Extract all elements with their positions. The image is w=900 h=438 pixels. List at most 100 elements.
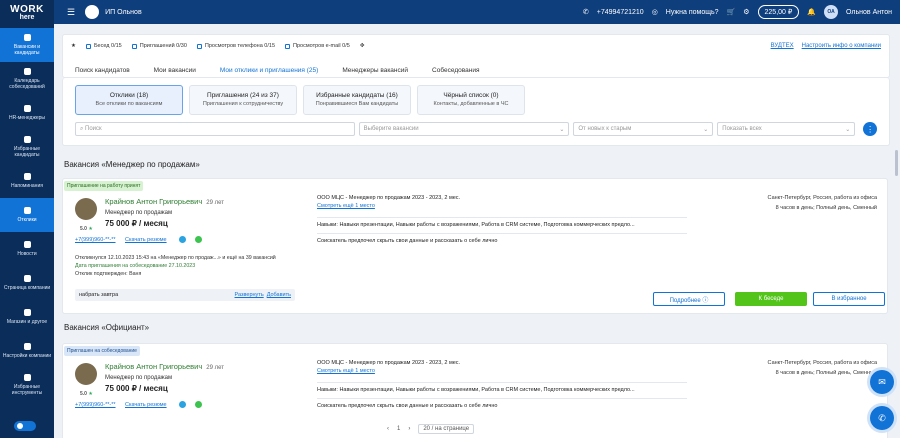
experience: ООО МЦС - Менеджер по продажам 2023 - 20… [317, 359, 460, 375]
vacancy-select[interactable]: Выберите вакансии ⌄ [358, 122, 570, 136]
star-icon: ★ [88, 226, 93, 232]
pagination: ‹ 1 › 20 / на странице [387, 424, 475, 434]
stats-panel: ★ Бесед 0/15 Приглашений 0/30 Просмотров… [62, 34, 890, 80]
note-expand-link[interactable]: Развернуть [235, 292, 264, 298]
candidate-position: Менеджер по продажам [105, 210, 173, 216]
phone-icon [196, 43, 202, 49]
sidebar-item-reminders[interactable]: Напоминания [0, 164, 54, 198]
heart-icon [23, 136, 31, 143]
user-name[interactable]: Ольнов Антон [846, 9, 892, 16]
status-badge: Приглашен на собеседование [64, 346, 140, 356]
candidate-salary: 75 000 ₽ / месяц [105, 384, 168, 393]
company-avatar [85, 5, 100, 19]
filter-tab-responses[interactable]: Отклики (18) Все отклики по вакансиям [75, 85, 183, 115]
per-page-select[interactable]: 20 / на странице [418, 424, 475, 434]
status-badge: Приглашение на работу принят [64, 181, 144, 191]
telegram-icon[interactable] [179, 401, 186, 408]
chat-icon: ✉ [878, 376, 886, 387]
move-icon[interactable]: ✥ [360, 43, 365, 49]
response-info: Откликнулся 12.10.2023 15:43 на «Менедже… [75, 255, 276, 261]
avatar[interactable] [75, 198, 97, 220]
prev-page-button[interactable]: ‹ [387, 426, 389, 432]
sidebar-item-company-page[interactable]: Страница компании [0, 266, 54, 300]
sidebar-item-shop[interactable]: Магазин и другое [0, 300, 54, 334]
scrollbar[interactable] [895, 150, 898, 176]
balance-button[interactable]: 225,00 ₽ [757, 5, 800, 19]
sidebar-item-hr[interactable]: HR-менеджеры [0, 96, 54, 130]
help-icon: ◎ [651, 9, 658, 16]
candidate-position: Менеджер по продажам [105, 375, 173, 381]
location: Санкт-Петербург, Россия, работа из офиса… [767, 195, 877, 211]
filters-panel: Отклики (18) Все отклики по вакансиям При… [62, 78, 890, 146]
company-name[interactable]: ИП Ольнов [105, 9, 142, 16]
support-phone[interactable]: +74994721210 [597, 9, 644, 16]
sidebar-item-tools[interactable]: Избранные инструменты [0, 368, 54, 402]
next-page-button[interactable]: › [408, 426, 410, 432]
download-resume-link[interactable]: Скачать резюме [125, 402, 167, 408]
bell-icon [23, 173, 31, 180]
avatar[interactable]: ОА [824, 5, 839, 19]
main: ★ Бесед 0/15 Приглашений 0/30 Просмотров… [54, 24, 894, 438]
chat-icon [85, 43, 91, 49]
bell-icon[interactable]: 🔔 [807, 8, 816, 16]
more-options-button[interactable]: ⋮ [863, 122, 878, 136]
sidebar-item-news[interactable]: Новости [0, 232, 54, 266]
sidebar-item-settings[interactable]: Настройки компании [0, 334, 54, 368]
whatsapp-icon[interactable] [195, 401, 202, 408]
candidate-name[interactable]: Крайнов Антон Григорьевич 29 лет [105, 362, 224, 371]
experience-more-link[interactable]: Смотреть ещё 1 место [317, 368, 375, 374]
candidate-phone[interactable]: +7(999)960-**-** [75, 237, 116, 243]
logo[interactable]: WORK here [0, 0, 54, 28]
candidate-phone[interactable]: +7(999)960-**-** [75, 402, 116, 408]
candidate-card: Приглашение на работу принят 5.0 ★ Крайн… [62, 178, 888, 314]
pin-icon[interactable]: ★ [71, 43, 76, 49]
building-icon [23, 275, 31, 282]
filter-tab-blacklist[interactable]: Чёрный список (0) Контакты, добавленные в… [417, 85, 525, 115]
telegram-icon[interactable] [179, 236, 186, 243]
company-settings-link[interactable]: Настроить инфо о компании [802, 43, 881, 49]
topbar: ☰ ИП Ольнов ✆ +74994721210 ◎ Нужна помощ… [54, 0, 900, 24]
show-select[interactable]: Показать всех ⌄ [717, 122, 856, 136]
menu-icon[interactable]: ☰ [67, 7, 75, 18]
about: Соискатель предпочел скрыть свои данные … [317, 238, 498, 244]
theme-toggle[interactable] [14, 421, 36, 431]
filter-tab-invites[interactable]: Приглашения (24 из 37) Приглашения к сотр… [189, 85, 297, 115]
search-input[interactable]: ⌕ Поиск [75, 122, 355, 136]
help-link[interactable]: Нужна помощь? [666, 9, 719, 16]
skills: Навыки: Навыки презентации, Навыки работ… [317, 387, 635, 393]
sidebar-item-calendar[interactable]: Календарь собеседований [0, 62, 54, 96]
cart-icon [23, 309, 31, 316]
details-button[interactable]: Подробнее ⓘ [653, 292, 725, 306]
inbox-icon [23, 207, 31, 214]
stat-phones: Просмотров телефона 0/15 [196, 43, 275, 49]
company-link[interactable]: ВУДТЕХ [771, 43, 794, 49]
settings-icon[interactable]: ⚙ [743, 8, 749, 16]
chat-button[interactable]: К беседе [735, 292, 807, 306]
add-favorite-button[interactable]: В избранное [813, 292, 885, 306]
divider [317, 382, 687, 383]
experience-more-link[interactable]: Смотреть ещё 1 место [317, 203, 375, 209]
globe-icon [23, 241, 31, 248]
chat-support-button[interactable]: ✉ [870, 370, 894, 394]
sort-select[interactable]: От новых к старым ⌄ [573, 122, 714, 136]
download-resume-link[interactable]: Скачать резюме [125, 237, 167, 243]
candidate-name[interactable]: Крайнов Антон Григорьевич 29 лет [105, 197, 224, 206]
sidebar-item-vacancies[interactable]: Вакансии и кандидаты [0, 28, 54, 62]
note: набрать завтра Развернуть Добавить [75, 289, 295, 301]
email-icon [285, 43, 291, 49]
vacancy-title: Вакансия «Официант» [64, 323, 150, 332]
avatar[interactable] [75, 363, 97, 385]
sidebar-item-favorites[interactable]: Избранные кандидаты [0, 130, 54, 164]
cart-icon[interactable]: 🛒 [727, 8, 736, 16]
note-add-link[interactable]: Добавить [267, 292, 291, 298]
gear-icon [23, 343, 31, 350]
filter-tab-favorites[interactable]: Избранные кандидаты (16) Понравившиеся Ва… [303, 85, 411, 115]
sidebar-item-responses[interactable]: Отклики [0, 198, 54, 232]
chevron-down-icon: ⌄ [703, 126, 709, 133]
whatsapp-icon[interactable] [195, 236, 202, 243]
invite-icon [131, 43, 137, 49]
page-number[interactable]: 1 [397, 426, 400, 432]
stat-invites: Приглашений 0/30 [131, 43, 187, 49]
stat-emails: Просмотров e-mail 0/5 [285, 43, 350, 49]
call-button[interactable]: ✆ [870, 406, 894, 430]
